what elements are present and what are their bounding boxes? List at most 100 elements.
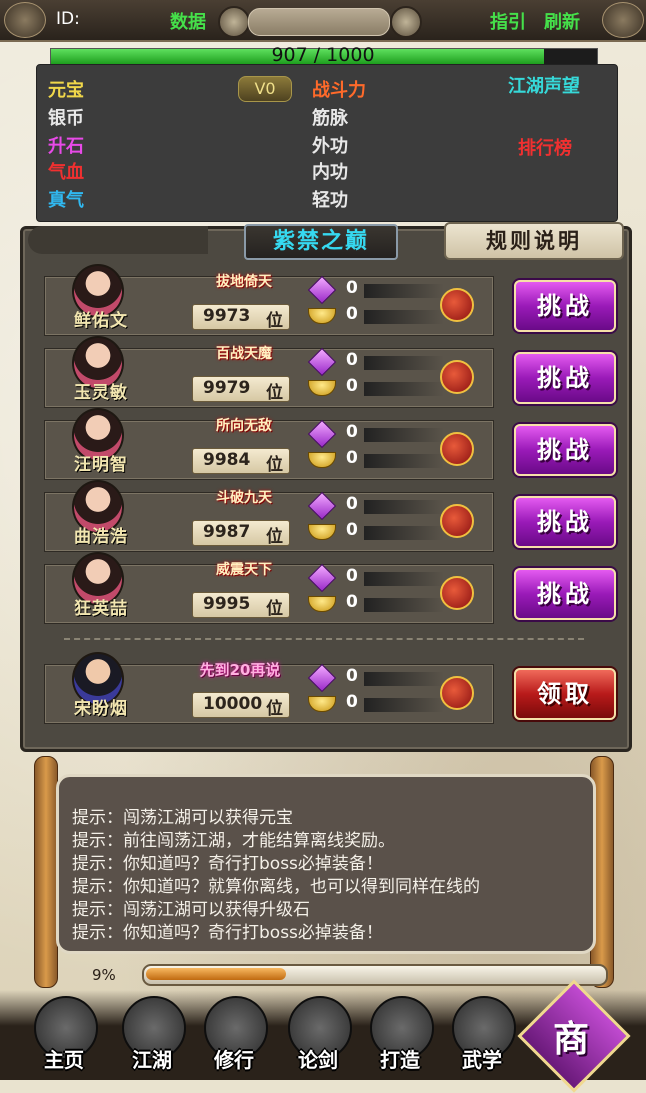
nav-item-2[interactable]: 修行: [198, 992, 270, 1076]
challenge-button[interactable]: 挑战: [514, 352, 616, 404]
gem-count: 0: [346, 422, 358, 442]
reward-bag-icon[interactable]: [440, 360, 474, 394]
nav-label: 江湖: [132, 1048, 172, 1072]
dragon-corner-left-icon: [4, 2, 46, 38]
stat-label-9: 轻功: [312, 190, 348, 211]
vip-badge[interactable]: V0: [238, 76, 292, 102]
ink-streak: [364, 284, 444, 298]
rank-unit: 位: [266, 455, 283, 475]
gem-count: 0: [346, 666, 358, 686]
nav-item-1[interactable]: 江湖: [116, 992, 188, 1076]
ink-streak: [364, 500, 444, 514]
claim-button[interactable]: 领取: [514, 668, 616, 720]
hp-text: 907 / 1000: [271, 44, 375, 66]
challenge-button[interactable]: 挑战: [514, 280, 616, 332]
gold-count: 0: [346, 692, 358, 712]
player-title: 先到20再说: [199, 661, 281, 679]
stat-label-3: 气血: [48, 162, 84, 183]
reward-bag-icon[interactable]: [440, 432, 474, 466]
gem-count: 0: [346, 566, 358, 586]
gem-count: 0: [346, 494, 358, 514]
reward-bag-icon[interactable]: [440, 504, 474, 538]
player-name[interactable]: 玉灵敏: [74, 378, 128, 403]
name-plate: [248, 8, 390, 36]
nav-label: 主页: [44, 1048, 84, 1072]
gem-count: 0: [346, 278, 358, 298]
challenge-button[interactable]: 挑战: [514, 568, 616, 620]
rank-number: 9984: [203, 450, 251, 470]
challenge-button[interactable]: 挑战: [514, 496, 616, 548]
medal-right-icon: [390, 6, 422, 38]
stat-label-2: 升石: [48, 136, 84, 157]
ink-streak: [364, 310, 444, 324]
dragon-corner-right-icon: [602, 2, 644, 38]
gold-count: 0: [346, 520, 358, 540]
nav-label: 论剑: [298, 1048, 338, 1072]
player-name[interactable]: 汪明智: [74, 450, 128, 475]
exp-percent: 9%: [92, 966, 116, 984]
rank-number: 9987: [203, 522, 251, 542]
player-name[interactable]: 曲浩浩: [74, 522, 128, 547]
reward-bag-icon[interactable]: [440, 676, 474, 710]
gold-count: 0: [346, 592, 358, 612]
nav-label: 武学: [462, 1048, 502, 1072]
reputation-label: 江湖声望: [508, 76, 580, 97]
hint-line: 提示：闯荡江湖可以获得元宝: [72, 808, 293, 828]
panel-header-left: [28, 226, 208, 254]
hint-line: 提示：前往闯荡江湖，才能结算离线奖励。: [72, 831, 395, 851]
rank-box: 9987 位: [192, 520, 290, 547]
rank-unit: 位: [266, 527, 283, 547]
player-title: 斗破九天: [216, 490, 272, 506]
rank-number: 9995: [203, 594, 251, 614]
data-button[interactable]: 数据: [170, 8, 206, 34]
hint-line: 提示：闯荡江湖可以获得升级石: [72, 900, 310, 920]
reward-bag-icon[interactable]: [440, 576, 474, 610]
rank-unit: 位: [266, 383, 283, 403]
divider: [64, 638, 584, 640]
gem-count: 0: [346, 350, 358, 370]
gold-count: 0: [346, 448, 358, 468]
ink-streak: [364, 572, 444, 586]
rank-unit: 位: [266, 599, 283, 619]
stat-label-4: 真气: [48, 190, 84, 211]
medal-left-icon: [218, 6, 250, 38]
challenge-button[interactable]: 挑战: [514, 424, 616, 476]
rules-button[interactable]: 规则说明: [444, 222, 624, 260]
hint-line: 提示：你知道吗？就算你离线，也可以得到同样在线的: [72, 877, 480, 897]
shop-label: 商: [552, 1019, 589, 1060]
gold-count: 0: [346, 376, 358, 396]
rank-number: 9979: [203, 378, 251, 398]
player-title: 百战天魔: [216, 346, 272, 362]
nav-item-0[interactable]: 主页: [28, 992, 100, 1076]
rank-box: 9995 位: [192, 592, 290, 619]
player-title: 所向无敌: [216, 418, 272, 434]
hint-line: 提示：你知道吗？奇行打boss必掉装备！: [72, 923, 383, 943]
player-name[interactable]: 狂英喆: [74, 594, 128, 619]
player-name[interactable]: 宋盼烟: [74, 694, 128, 719]
nav-label: 打造: [380, 1048, 420, 1072]
leaderboard-button[interactable]: 排行榜: [518, 134, 572, 160]
rank-unit: 位: [266, 311, 283, 331]
refresh-button[interactable]: 刷新: [544, 8, 580, 34]
nav-item-4[interactable]: 打造: [364, 992, 436, 1076]
rank-number: 10000: [203, 694, 263, 714]
stat-label-5: 战斗力: [312, 80, 366, 101]
gold-count: 0: [346, 304, 358, 324]
ink-streak: [364, 672, 444, 686]
exp-bar: [142, 964, 608, 986]
rank-unit: 位: [266, 699, 283, 719]
stat-label-0: 元宝: [48, 80, 84, 101]
ink-streak: [364, 454, 444, 468]
stat-label-7: 外功: [312, 136, 348, 157]
player-title: 威震天下: [216, 562, 272, 578]
reward-bag-icon[interactable]: [440, 288, 474, 322]
player-id-label: ID:: [56, 9, 80, 29]
stat-label-6: 筋脉: [312, 108, 348, 129]
player-title: 拔地倚天: [216, 274, 272, 290]
nav-item-5[interactable]: 武学: [446, 992, 518, 1076]
guide-button[interactable]: 指引: [490, 8, 526, 34]
ink-streak: [364, 526, 444, 540]
nav-item-3[interactable]: 论剑: [282, 992, 354, 1076]
player-name[interactable]: 鲜佑文: [74, 306, 128, 331]
exp-bar-fill: [146, 968, 286, 980]
